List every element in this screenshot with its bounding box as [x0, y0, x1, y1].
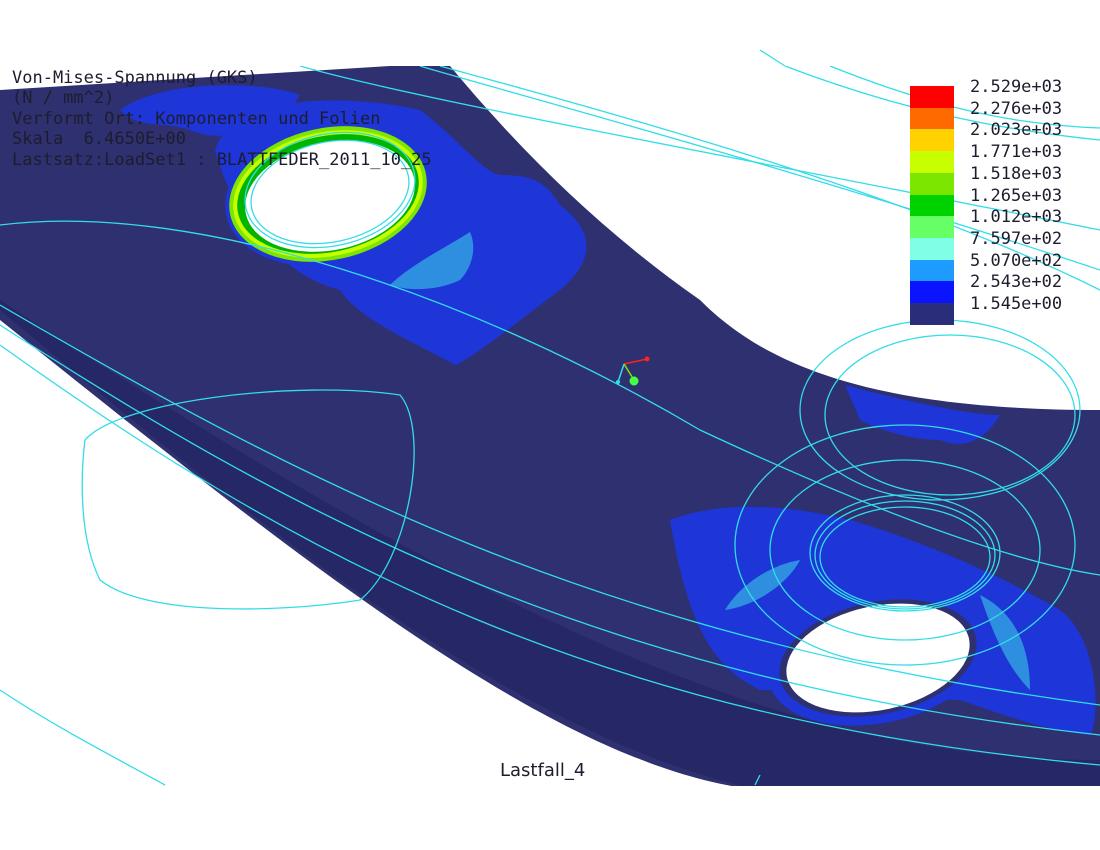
load-case-label: Lastfall_4 — [500, 760, 586, 781]
scale-label: Skala 6.4650E+00 — [12, 129, 186, 149]
legend-swatch — [910, 281, 954, 304]
legend-swatch — [910, 151, 954, 174]
result-type-label: Von-Mises-Spannung (GKS) — [12, 68, 258, 88]
legend-swatch — [910, 303, 954, 325]
legend-value: 2.543e+02 — [970, 272, 1063, 293]
legend-value: 1.545e+00 — [970, 294, 1063, 314]
legend-value: 2.529e+03 — [970, 77, 1063, 97]
legend-value: 7.597e+02 — [970, 228, 1063, 249]
legend-value: 2.023e+03 — [970, 120, 1063, 141]
legend-swatch — [910, 129, 954, 152]
legend-value: 1.012e+03 — [970, 207, 1063, 228]
legend-value: 5.070e+02 — [970, 250, 1063, 271]
legend-swatch — [910, 259, 954, 282]
legend-swatch — [910, 237, 954, 260]
legend-swatch — [910, 172, 954, 195]
unit-label: (N / mm^2) — [12, 88, 115, 108]
legend-value: 1.771e+03 — [970, 142, 1063, 163]
deformation-label: Verformt Ort: Komponenten und Folien — [12, 109, 381, 129]
legend-value: 2.276e+03 — [970, 98, 1063, 119]
legend-value: 1.265e+03 — [970, 185, 1063, 206]
legend-swatch — [910, 194, 954, 217]
legend-swatch — [910, 107, 954, 130]
legend-swatch — [910, 86, 954, 108]
legend-entry: 1.545e+00 — [910, 294, 1100, 325]
legend-value: 1.518e+03 — [970, 163, 1063, 184]
loadset-label: Lastsatz:LoadSet1 : BLATTFEDER_2011_10_2… — [12, 150, 432, 170]
legend-swatch — [910, 216, 954, 239]
